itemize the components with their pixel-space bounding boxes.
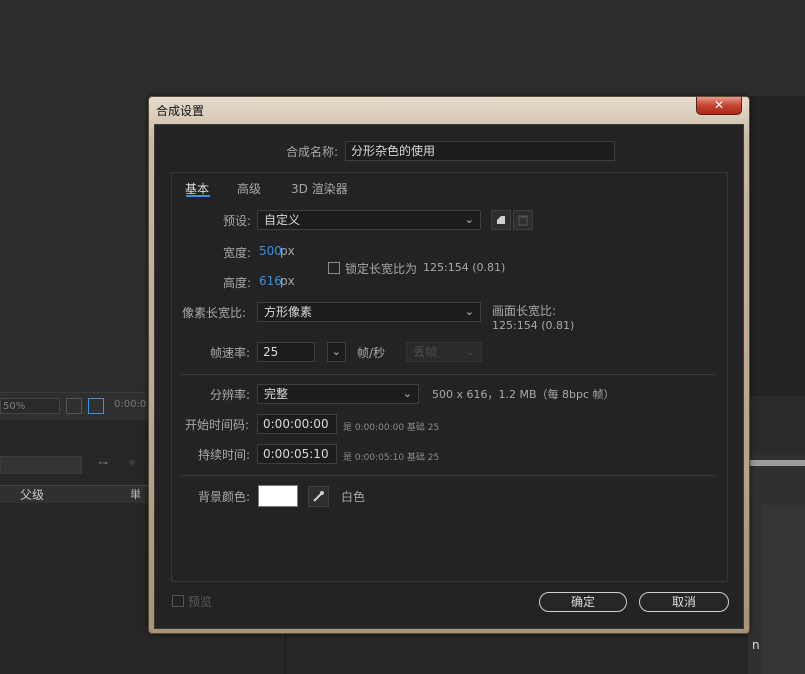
comp-name-label: 合成名称: [286,145,339,159]
settings-panel [171,172,728,582]
zoom-select[interactable]: 50% [0,398,60,414]
background-right-preview [762,505,805,674]
lock-aspect-checkbox[interactable] [328,262,340,274]
frame-rate-label: 帧速率: [210,346,251,360]
save-icon [497,216,505,224]
start-timecode-input[interactable]: 0:00:00:00 [257,414,337,434]
timeline-timecode: 0:00:0 [114,399,147,410]
height-value[interactable]: 616 [259,274,282,288]
preview-label: 预览 [188,595,213,609]
start-timecode-label: 开始时间码: [185,418,250,432]
duration-info: 是 0:00:05:10 基础 25 [343,453,440,463]
resolution-select[interactable]: 完整 ⌄ [257,384,419,404]
cancel-button[interactable]: 取消 [639,592,729,612]
timeline-search-input[interactable] [0,456,82,474]
frame-rate-dropdown[interactable]: ⌄ [327,342,346,362]
region-icon[interactable] [88,398,104,414]
dialog-body: 合成名称: 分形杂色的使用 基本 高级 3D 渲染器 预设: 自定义 ⌄ 宽度:… [154,124,744,629]
close-button[interactable]: ✕ [696,97,742,115]
composition-settings-dialog: 合成设置 ✕ 合成名称: 分形杂色的使用 基本 高级 3D 渲染器 预设: 自定… [148,96,750,634]
height-label: 高度: [223,276,252,290]
chevron-down-icon: ⌄ [402,387,412,400]
resolution-value: 完整 [264,387,289,401]
bg-color-label: 背景颜色: [198,490,251,504]
panel-divider [285,632,286,674]
parent-column-label: 父级 [20,488,45,502]
resolution-label: 分辨率: [210,388,251,402]
effects-icon[interactable]: ✧ [128,458,142,470]
chevron-down-icon: ⌄ [465,345,475,358]
timeline-search-row [0,420,150,484]
lock-aspect-label: 锁定长宽比为 [345,262,418,276]
background-right-mark: n [752,638,760,652]
active-tab-indicator [186,195,210,197]
lock-aspect-value: 125:154 (0.81) [423,261,506,274]
width-unit: px [280,244,295,258]
width-value[interactable]: 500 [259,244,282,258]
height-unit: px [280,274,295,288]
flowchart-icon[interactable]: ⊶ [98,458,112,470]
dialog-title: 合成设置 [156,104,205,118]
frame-rate-input[interactable]: 25 [257,342,315,362]
divider [182,374,714,375]
save-preset-button[interactable] [491,210,511,230]
background-right-strip [748,460,805,466]
chevron-down-icon: ⌄ [464,213,474,226]
eyedropper-icon [313,491,324,502]
resolution-info: 500 x 616，1.2 MB（每 8bpc 帧） [432,388,615,401]
frame-aspect-value: 125:154 (0.81) [492,319,575,332]
pixel-aspect-label: 像素长宽比: [182,306,247,320]
preview-checkbox[interactable] [172,595,184,607]
eyedropper-button[interactable] [308,486,329,507]
fps-label: 帧/秒 [357,346,386,360]
preset-select[interactable]: 自定义 ⌄ [257,210,481,230]
tab-advanced[interactable]: 高级 [237,180,261,197]
frame-aspect-label: 画面长宽比: [492,304,557,318]
chevron-down-icon: ⌄ [331,345,341,358]
drop-frame-select[interactable]: 丢帧 ⌄ [406,342,482,362]
comp-name-input[interactable]: 分形杂色的使用 [345,141,615,161]
duration-label: 持续时间: [198,448,251,462]
background-right-panel [748,96,805,396]
pixel-aspect-select[interactable]: 方形像素 ⌄ [257,302,481,322]
tab-3d-renderer[interactable]: 3D 渲染器 [291,180,348,197]
delete-preset-button[interactable] [513,210,533,230]
width-label: 宽度: [223,246,252,260]
column-label-partial: 単 [130,488,141,501]
pixel-aspect-value: 方形像素 [264,305,313,319]
divider [182,475,714,476]
trash-icon [518,215,528,226]
bg-color-swatch[interactable] [258,485,298,507]
duration-input[interactable]: 0:00:05:10 [257,444,337,464]
bg-color-name: 白色 [341,490,366,504]
chevron-down-icon: ⌄ [464,305,474,318]
drop-frame-value: 丢帧 [413,345,438,359]
preset-value: 自定义 [264,213,301,227]
preset-label: 预设: [223,214,252,228]
snapshot-icon[interactable] [66,398,82,414]
ok-button[interactable]: 确定 [539,592,627,612]
start-timecode-info: 是 0:00:00:00 基础 25 [343,423,440,433]
